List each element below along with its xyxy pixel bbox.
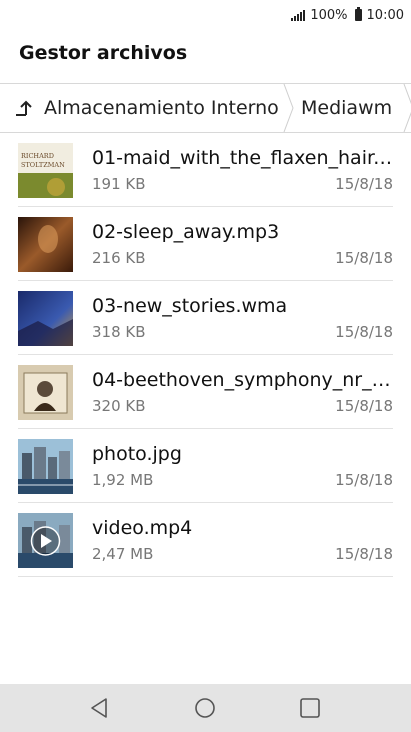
status-bar: 100% 10:00 [0, 0, 411, 30]
file-row[interactable]: video.mp4 2,47 MB 15/8/18 [0, 503, 411, 577]
page-title: Gestor archivos [19, 42, 188, 64]
home-button[interactable] [175, 684, 235, 732]
album-art-thumbnail [18, 291, 73, 346]
file-row[interactable]: RICHARD STOLTZMAN 01-maid_with_the_flaxe… [0, 133, 411, 207]
file-row[interactable]: photo.jpg 1,92 MB 15/8/18 [0, 429, 411, 503]
file-name: video.mp4 [92, 517, 193, 539]
navigation-bar [0, 684, 411, 732]
file-date: 15/8/18 [335, 249, 393, 267]
file-date: 15/8/18 [335, 323, 393, 341]
file-name: 04-beethoven_symphony_nr_9.mp3 [92, 369, 394, 391]
battery-percent: 100% [310, 7, 348, 23]
file-size: 191 KB [92, 175, 146, 193]
file-row[interactable]: 03-new_stories.wma 318 KB 15/8/18 [0, 281, 411, 355]
file-row[interactable]: 04-beethoven_symphony_nr_9.mp3 320 KB 15… [0, 355, 411, 429]
file-date: 15/8/18 [335, 397, 393, 415]
breadcrumb: Almacenamiento Interno Mediawm [0, 83, 411, 133]
file-list: RICHARD STOLTZMAN 01-maid_with_the_flaxe… [0, 133, 411, 577]
file-size: 2,47 MB [92, 545, 154, 563]
file-date: 15/8/18 [335, 175, 393, 193]
file-date: 15/8/18 [335, 545, 393, 563]
album-art-thumbnail [18, 217, 73, 272]
home-circle-icon [195, 698, 215, 718]
file-date: 15/8/18 [335, 471, 393, 489]
file-size: 216 KB [92, 249, 146, 267]
thumbnail-text: RICHARD [21, 152, 54, 160]
file-size: 320 KB [92, 397, 146, 415]
album-art-thumbnail [18, 365, 73, 420]
up-button[interactable] [0, 84, 47, 132]
file-size: 1,92 MB [92, 471, 154, 489]
signal-icon [291, 9, 306, 21]
breadcrumb-separator [403, 84, 411, 132]
battery-icon [354, 7, 362, 21]
file-row[interactable]: 02-sleep_away.mp3 216 KB 15/8/18 [0, 207, 411, 281]
breadcrumb-item-mediawm[interactable]: Mediawm [301, 84, 392, 132]
back-triangle-icon [91, 698, 107, 718]
arrow-up-icon [15, 100, 32, 116]
breadcrumb-item-storage[interactable]: Almacenamiento Interno [44, 84, 279, 132]
recents-button[interactable] [280, 684, 340, 732]
album-art-thumbnail: RICHARD STOLTZMAN [18, 143, 73, 198]
photo-thumbnail [18, 439, 73, 494]
file-name: photo.jpg [92, 443, 182, 465]
clock: 10:00 [366, 7, 404, 23]
breadcrumb-separator [283, 84, 295, 132]
file-name: 02-sleep_away.mp3 [92, 221, 280, 243]
video-thumbnail [18, 513, 73, 568]
file-name: 01-maid_with_the_flaxen_hair.mp3 [92, 147, 394, 169]
back-button[interactable] [69, 684, 129, 732]
file-size: 318 KB [92, 323, 146, 341]
recents-square-icon [300, 698, 320, 718]
thumbnail-text: STOLTZMAN [21, 161, 65, 169]
file-name: 03-new_stories.wma [92, 295, 288, 317]
